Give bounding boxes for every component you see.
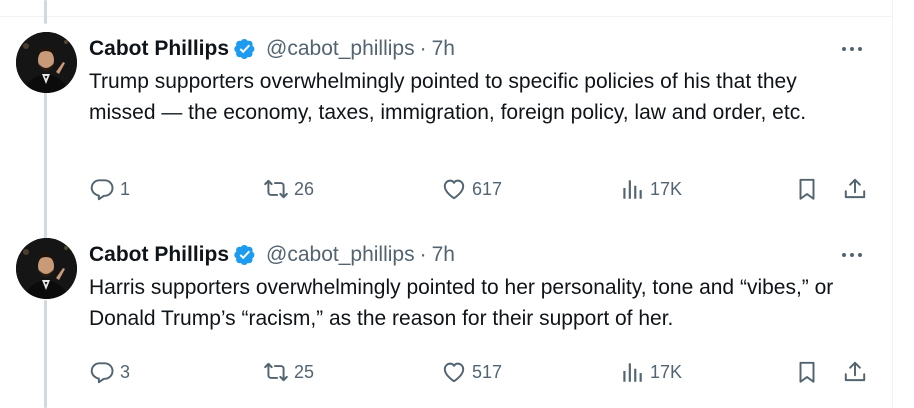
reply-icon <box>90 362 114 384</box>
verified-badge-icon[interactable] <box>234 38 256 60</box>
view-count: 17K <box>650 178 683 199</box>
previous-tweet-border <box>0 0 893 17</box>
reply-count: 1 <box>120 178 131 199</box>
reply-count: 3 <box>120 361 131 382</box>
retweet-icon <box>264 179 288 199</box>
author-name[interactable]: Cabot Phillips <box>89 37 229 61</box>
reply-button[interactable]: 1 <box>89 175 130 203</box>
author-handle[interactable]: @cabot_phillips <box>266 37 415 61</box>
author-handle[interactable]: @cabot_phillips <box>266 243 415 267</box>
share-button[interactable] <box>842 358 868 386</box>
retweet-count: 25 <box>294 361 315 382</box>
like-button[interactable]: 517 <box>441 358 502 386</box>
share-button[interactable] <box>842 175 868 203</box>
reply-icon <box>90 179 114 201</box>
tweet-header: Cabot Phillips @cabot_phillips · 7h <box>89 36 455 62</box>
analytics-icon <box>623 180 642 199</box>
bookmark-button[interactable] <box>794 358 820 386</box>
analytics-icon <box>623 363 642 382</box>
separator-dot: · <box>419 243 427 266</box>
avatar[interactable] <box>16 238 77 299</box>
thread-line <box>44 0 47 24</box>
views-button[interactable]: 17K <box>619 175 682 203</box>
bookmark-icon <box>799 178 815 200</box>
like-count: 517 <box>472 361 503 382</box>
retweet-button[interactable]: 26 <box>263 175 314 203</box>
author-name[interactable]: Cabot Phillips <box>89 243 229 267</box>
reply-button[interactable]: 3 <box>89 358 130 386</box>
avatar[interactable] <box>16 32 77 93</box>
tweet-actions: 3 25 517 17K <box>89 358 879 386</box>
like-button[interactable]: 617 <box>441 175 502 203</box>
retweet-count: 26 <box>294 178 315 199</box>
views-button[interactable]: 17K <box>619 358 682 386</box>
tweet-actions: 1 26 617 17K <box>89 175 879 203</box>
separator-dot: · <box>419 37 427 60</box>
retweet-icon <box>264 362 288 382</box>
timestamp[interactable]: 7h <box>432 37 455 61</box>
tweet-text: Harris supporters overwhelmingly pointed… <box>89 276 834 330</box>
like-count: 617 <box>472 178 503 199</box>
thread-line <box>44 300 47 408</box>
share-icon <box>844 178 866 199</box>
verified-badge-icon[interactable] <box>234 244 256 266</box>
timeline-right-border <box>892 0 893 408</box>
bookmark-icon <box>799 361 815 383</box>
bookmark-button[interactable] <box>794 175 820 203</box>
share-icon <box>844 361 866 382</box>
heart-icon <box>443 179 465 200</box>
heart-icon <box>443 362 465 383</box>
more-options-icon[interactable] <box>835 242 869 268</box>
retweet-button[interactable]: 25 <box>263 358 314 386</box>
thread-line <box>44 92 47 252</box>
tweet-text: Trump supporters overwhelmingly pointed … <box>89 70 807 124</box>
view-count: 17K <box>650 361 683 382</box>
timestamp[interactable]: 7h <box>432 243 455 267</box>
more-options-icon[interactable] <box>835 36 869 62</box>
tweet-header: Cabot Phillips @cabot_phillips · 7h <box>89 242 455 268</box>
